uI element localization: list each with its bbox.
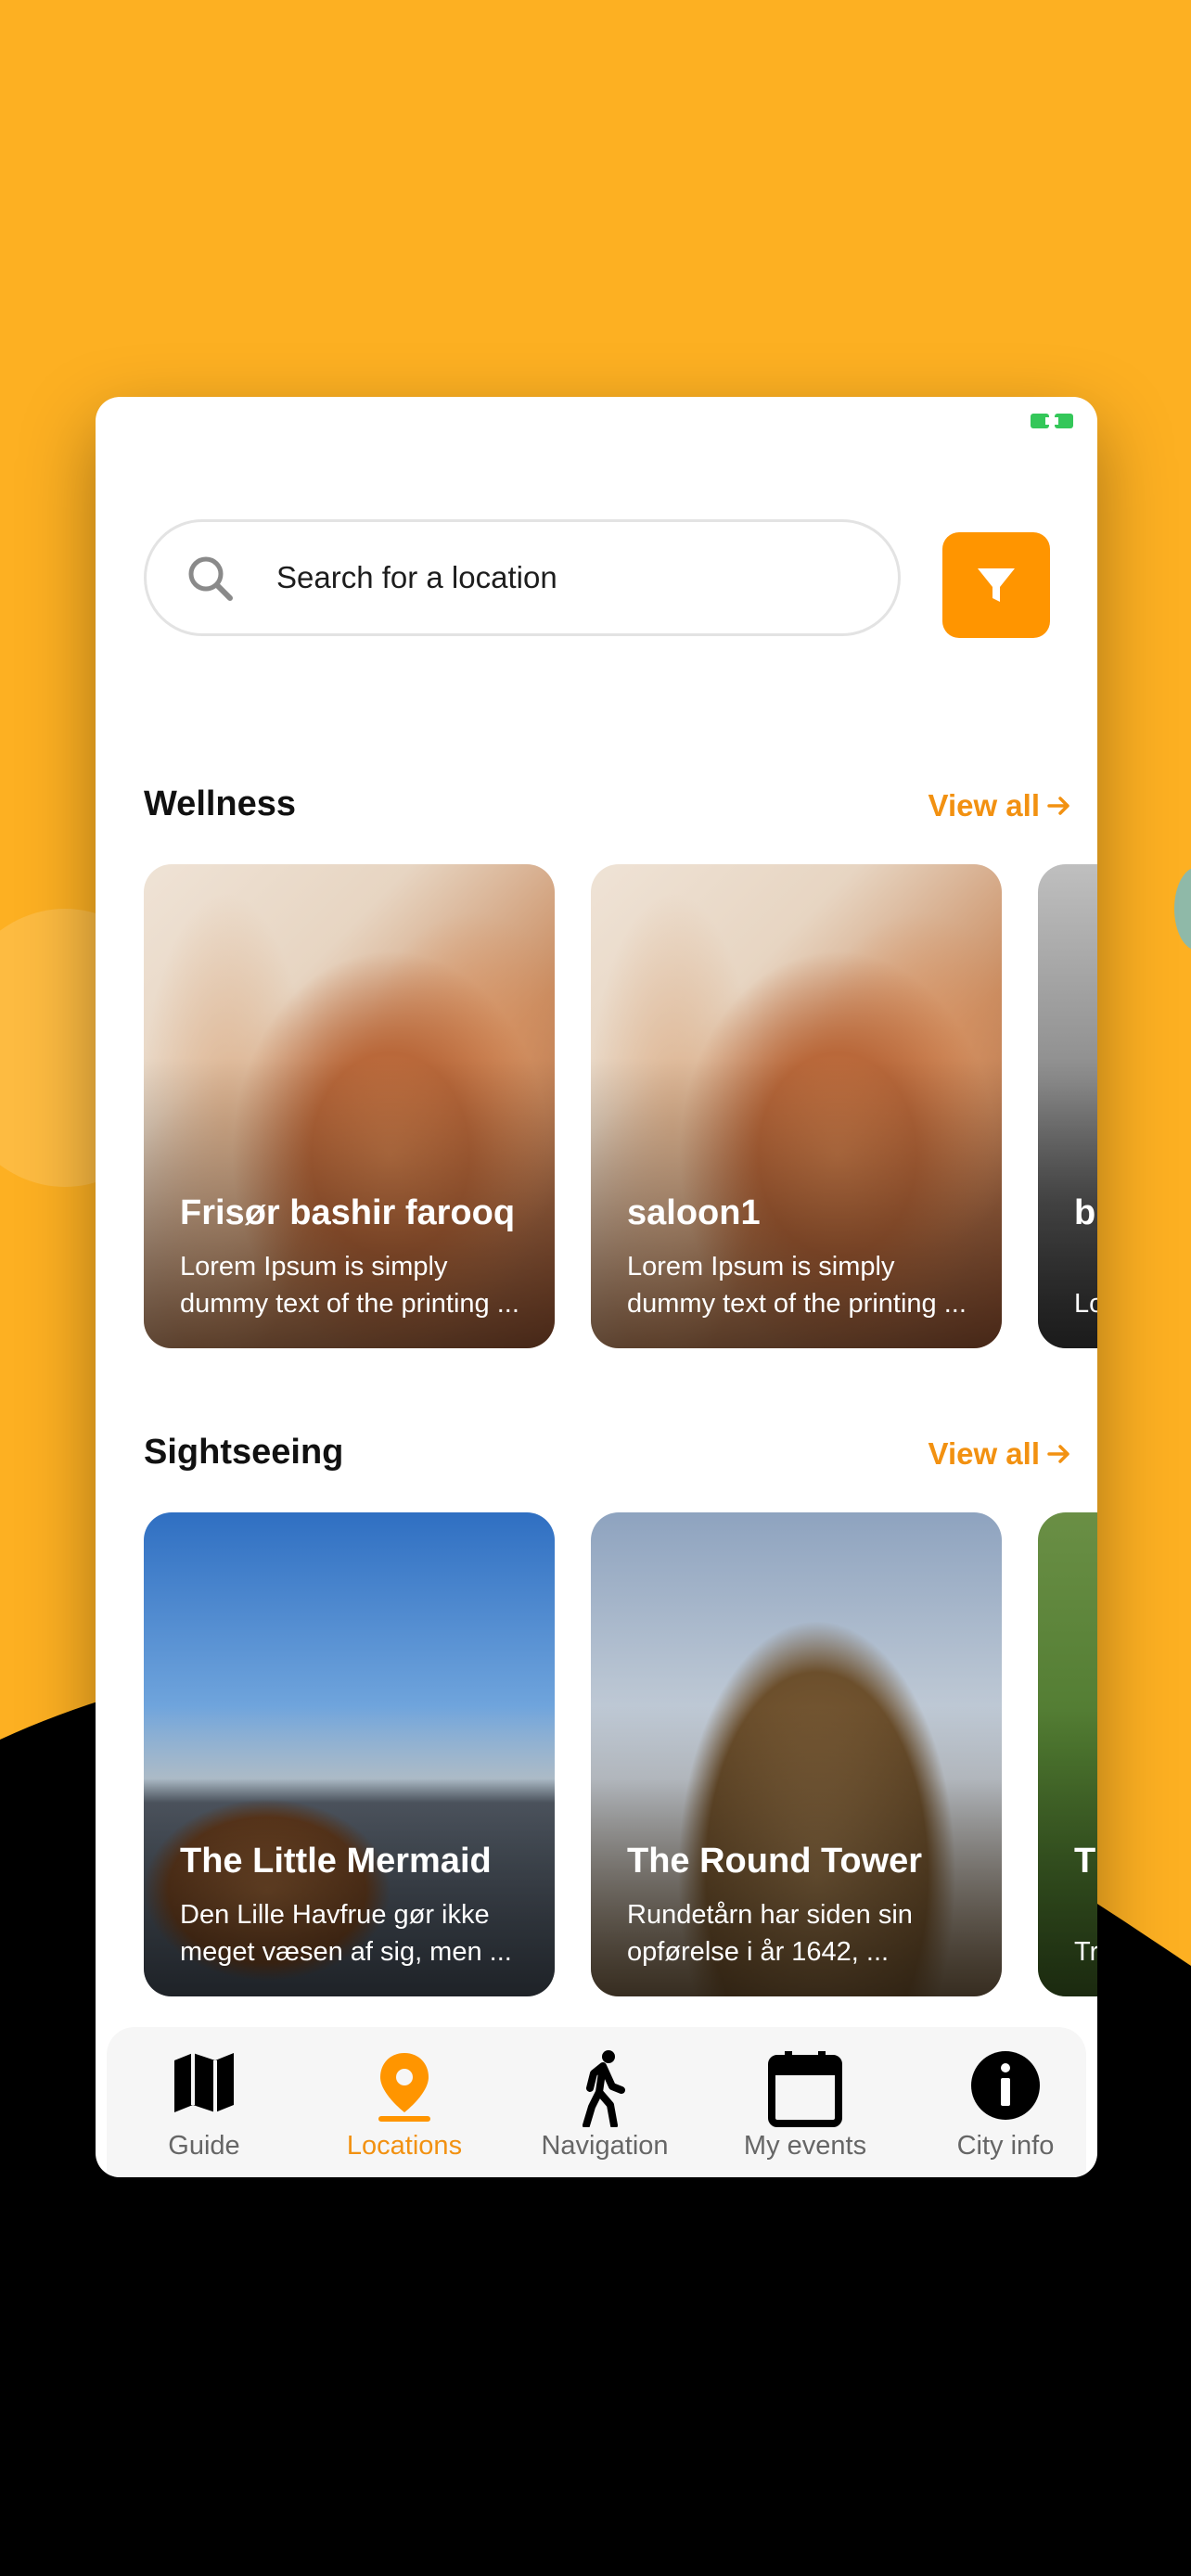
tab-navigation[interactable]: Navigation [512, 2027, 698, 2177]
tab-label: Guide [168, 2131, 240, 2161]
location-description: Rundetårn har siden sin opførelse i år 1… [627, 1899, 913, 1967]
location-description: Lorem Ipsum is simply dummy text of the … [627, 1251, 967, 1319]
section-title-sightseeing: Sightseeing [144, 1433, 344, 1472]
view-all-label: View all [928, 788, 1040, 823]
view-all-label: View all [928, 1436, 1040, 1471]
location-title: Frisør bashir farooq [180, 1192, 516, 1232]
tab-guide[interactable]: Guide [111, 2027, 297, 2177]
section-title-wellness: Wellness [144, 784, 297, 823]
location-description: Lo du [1074, 1288, 1097, 1319]
tab-locations[interactable]: Locations [312, 2027, 497, 2177]
arrow-right-icon [1047, 797, 1069, 815]
location-description: Lorem Ipsum is simply dummy text of the … [180, 1251, 519, 1319]
tab-label: My events [743, 2131, 867, 2161]
tab-my-events[interactable]: My events [712, 2027, 898, 2177]
tab-label: City info [956, 2131, 1055, 2161]
info-icon [971, 2051, 1040, 2120]
location-title: The Round Tower [627, 1841, 923, 1881]
map-icon [174, 2053, 234, 2112]
location-card[interactable]: saloon1 Lorem Ipsum is simply dummy text… [591, 864, 1002, 1348]
location-card[interactable]: The Little Mermaid Den Lille Havfrue gør… [144, 1512, 555, 1996]
location-card[interactable]: Frisør bashir farooq Lorem Ipsum is simp… [144, 864, 555, 1348]
walking-person-icon [583, 2050, 625, 2127]
location-title: The Little Mermaid [180, 1841, 492, 1881]
location-title: T G [1074, 1841, 1097, 1881]
battery-icon [1031, 414, 1073, 428]
tab-label: Navigation [541, 2131, 669, 2161]
view-all-wellness-link[interactable]: View all [928, 788, 1073, 823]
location-title: saloon1 [627, 1192, 761, 1232]
view-all-sightseeing-link[interactable]: View all [928, 1436, 1073, 1472]
sightseeing-carousel[interactable]: The Little Mermaid Den Lille Havfrue gør… [144, 1512, 1097, 1996]
search-icon [188, 556, 233, 601]
app-screen: Search for a location Wellness View all … [96, 397, 1097, 2177]
location-description: Tr Ko [1074, 1936, 1097, 1967]
wellness-carousel[interactable]: Frisør bashir farooq Lorem Ipsum is simp… [144, 864, 1097, 1348]
search-placeholder: Search for a location [276, 560, 557, 594]
calendar-icon [768, 2051, 842, 2127]
location-pin-icon [378, 2053, 430, 2122]
arrow-right-icon [1047, 1445, 1069, 1463]
location-description: Den Lille Havfrue gør ikke meget væsen a… [180, 1899, 512, 1967]
filter-icon [978, 568, 1015, 602]
location-card[interactable]: bu zu Lo du [1038, 864, 1097, 1348]
location-card[interactable]: T G Tr Ko [1038, 1512, 1097, 1996]
location-card[interactable]: The Round Tower Rundetårn har siden sin … [591, 1512, 1002, 1996]
search-input[interactable]: Search for a location [144, 519, 901, 636]
filter-button[interactable] [942, 532, 1050, 638]
tab-label: Locations [346, 2131, 463, 2161]
tab-city-info[interactable]: City info [913, 2027, 1097, 2177]
location-title: bu zu [1074, 1192, 1097, 1232]
bottom-tab-bar: Guide Locations Navigation My events Cit… [107, 2027, 1086, 2177]
